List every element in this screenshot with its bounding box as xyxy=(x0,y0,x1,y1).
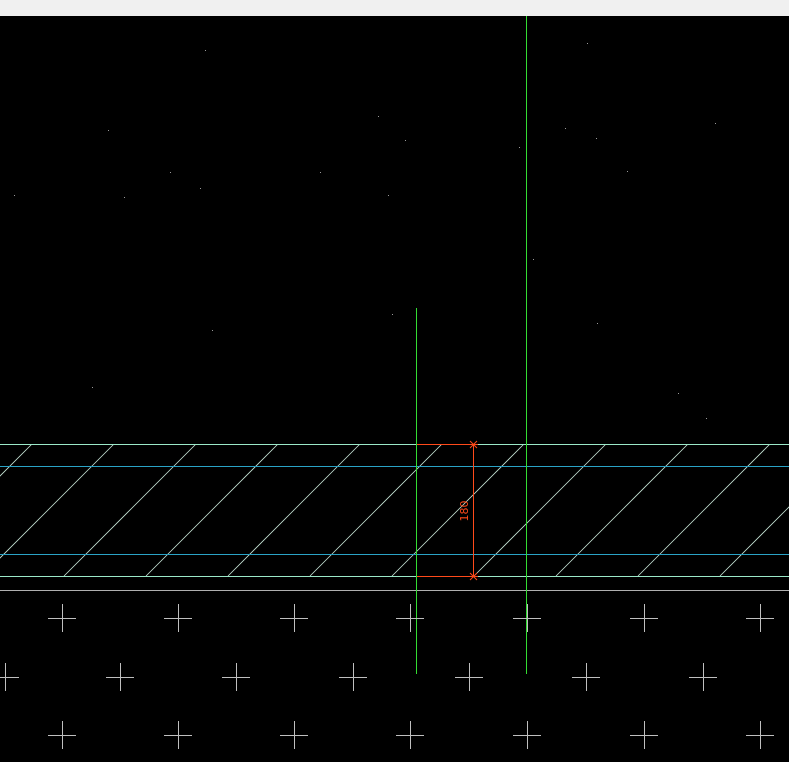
plus-crosshair-icon xyxy=(106,663,134,691)
background-dot xyxy=(92,387,93,388)
plus-crosshair-icon xyxy=(48,604,76,632)
background-dot xyxy=(108,130,109,131)
background-dot xyxy=(388,195,389,196)
plus-crosshair-icon xyxy=(689,663,717,691)
plus-crosshair-icon xyxy=(222,663,250,691)
plus-crosshair-icon xyxy=(630,604,658,632)
background-dot xyxy=(565,128,566,129)
plus-crosshair-icon xyxy=(513,721,541,749)
hatch-line xyxy=(555,444,689,576)
plus-crosshair-icon xyxy=(48,721,76,749)
thickness-dimension[interactable]: 180 xyxy=(417,440,478,581)
hatch-line xyxy=(145,444,279,576)
hatch-line xyxy=(473,444,607,576)
background-dot xyxy=(405,140,406,141)
cad-drawing-svg[interactable]: 180 xyxy=(0,16,789,762)
background-dot xyxy=(392,314,393,315)
background-dot xyxy=(715,123,716,124)
grid-crosshair-markers xyxy=(0,604,774,749)
background-dot xyxy=(212,330,213,331)
background-dot xyxy=(533,259,534,260)
plus-crosshair-icon xyxy=(164,604,192,632)
plus-crosshair-icon xyxy=(513,604,541,632)
background-dot xyxy=(678,393,679,394)
plus-crosshair-icon xyxy=(339,663,367,691)
plus-crosshair-icon xyxy=(746,604,774,632)
hatch-line xyxy=(637,444,771,576)
background-dot xyxy=(519,147,520,148)
background-dot xyxy=(320,172,321,173)
plus-crosshair-icon xyxy=(572,663,600,691)
plus-crosshair-icon xyxy=(280,721,308,749)
background-dot xyxy=(596,138,597,139)
hatch-line xyxy=(309,444,443,576)
plus-crosshair-icon xyxy=(630,721,658,749)
window-title-bar xyxy=(0,0,789,16)
background-dot xyxy=(14,195,15,196)
background-dot xyxy=(597,323,598,324)
background-dot xyxy=(205,50,206,51)
background-dot xyxy=(587,43,588,44)
guide-lines[interactable] xyxy=(416,16,527,674)
plus-crosshair-icon xyxy=(0,663,19,691)
background-dot xyxy=(378,116,379,117)
plus-crosshair-icon xyxy=(164,721,192,749)
hatch-line xyxy=(0,444,33,477)
slab-section xyxy=(0,444,789,591)
background-dots xyxy=(14,43,716,445)
background-dot xyxy=(706,418,707,419)
cad-drawing-canvas[interactable]: 180 xyxy=(0,16,789,762)
background-dot xyxy=(170,172,171,173)
background-dot xyxy=(124,197,125,198)
hatch-line xyxy=(0,444,115,559)
plus-crosshair-icon xyxy=(455,663,483,691)
plus-crosshair-icon xyxy=(746,721,774,749)
plus-crosshair-icon xyxy=(396,604,424,632)
background-dot xyxy=(627,171,628,172)
hatch-line xyxy=(719,506,789,576)
hatch-line xyxy=(227,444,361,576)
background-dot xyxy=(200,188,201,189)
plus-crosshair-icon xyxy=(396,721,424,749)
plus-crosshair-icon xyxy=(280,604,308,632)
slab-hatching xyxy=(0,444,789,576)
hatch-line xyxy=(63,444,197,576)
dimension-value-label[interactable]: 180 xyxy=(458,501,471,522)
